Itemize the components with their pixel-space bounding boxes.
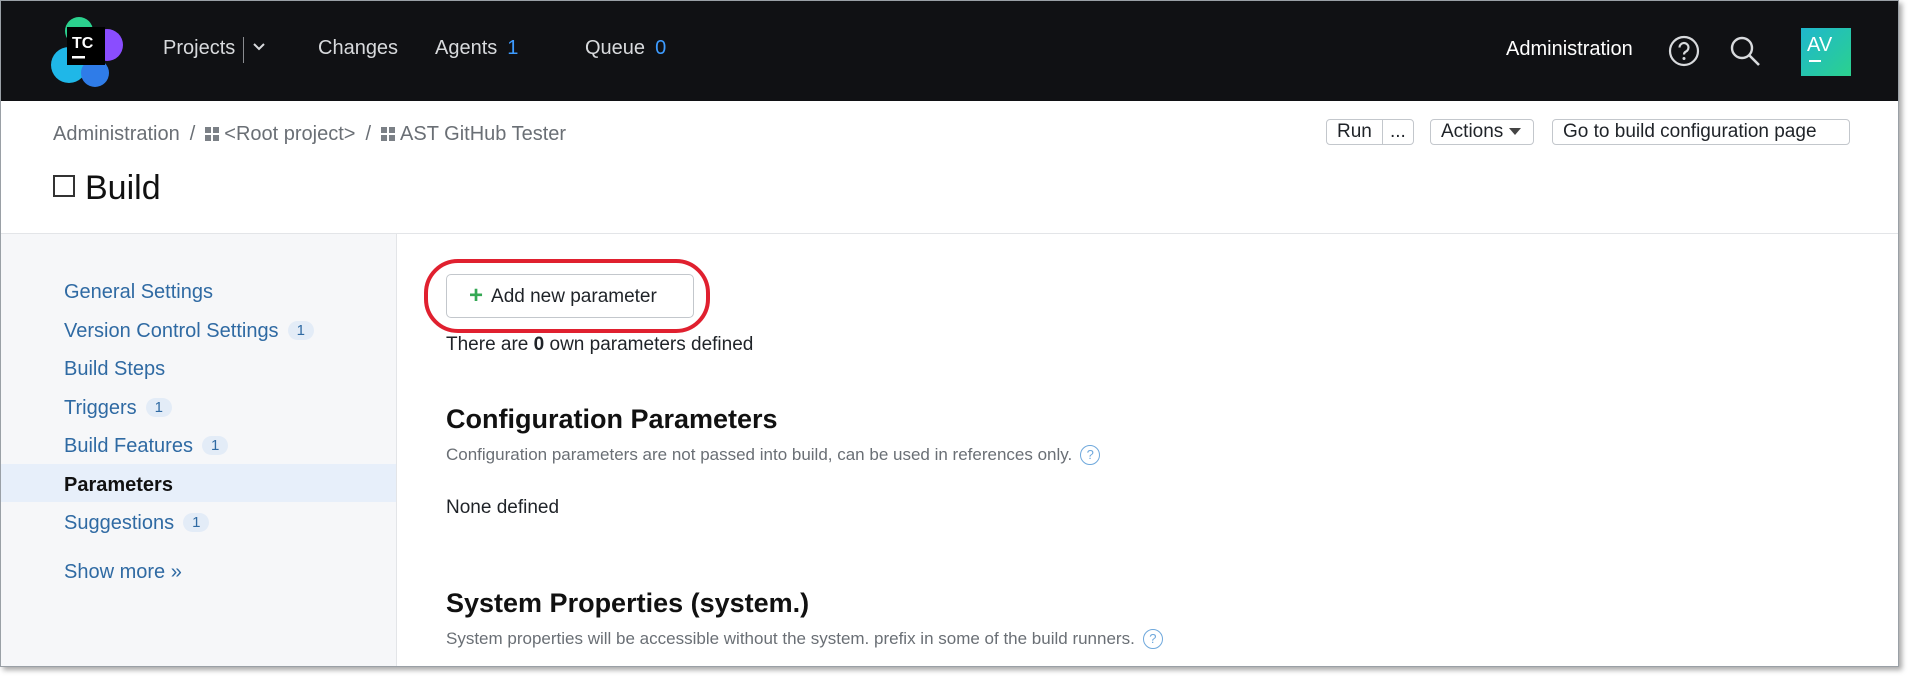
sidebar-item-label: Build Features [64, 435, 193, 457]
project-icon [205, 127, 220, 141]
breadcrumb-administration[interactable]: Administration [53, 123, 180, 145]
project-icon [381, 127, 396, 141]
count-badge: 1 [201, 436, 229, 455]
page-title-text: Build [85, 169, 161, 207]
top-navigation-bar: TC Projects Changes Agents 1 Queue 0 Admin… [1, 1, 1898, 101]
settings-sidebar: General Settings Version Control Setting… [1, 234, 397, 666]
nav-projects[interactable]: Projects [163, 37, 235, 60]
nav-changes-label: Changes [318, 37, 399, 59]
configuration-parameters-subtitle: Configuration parameters are not passed … [446, 445, 1073, 464]
summary-suffix: own parameters defined [544, 334, 754, 355]
breadcrumb-separator: / [189, 123, 196, 145]
sidebar-item-suggestions[interactable]: Suggestions 1 [64, 512, 210, 535]
sidebar-item-label: Version Control Settings [64, 320, 279, 342]
help-icon[interactable]: ? [1080, 445, 1101, 465]
nav-queue-label: Queue [585, 37, 646, 59]
add-new-parameter-button[interactable]: + Add new parameter [446, 274, 694, 318]
sidebar-item-label: General Settings [64, 281, 213, 303]
logo-text: TC [72, 35, 94, 52]
run-split-divider [1382, 120, 1383, 144]
nav-agents[interactable]: Agents 1 [435, 37, 518, 60]
count-badge: 1 [183, 513, 210, 532]
breadcrumb-ast-github-tester[interactable]: AST GitHub Tester [400, 123, 566, 145]
own-parameters-count: 0 [533, 334, 545, 355]
queue-count: 0 [655, 37, 667, 59]
sidebar-item-build-steps[interactable]: Build Steps [64, 358, 165, 381]
run-button-group: Run ... [1326, 119, 1414, 145]
show-more-link[interactable]: Show more » [64, 561, 182, 584]
breadcrumb-separator: / [365, 123, 372, 145]
avatar-underline [1809, 60, 1821, 62]
system-properties-heading: System Properties (system.) [446, 588, 810, 618]
nav-agents-label: Agents [435, 37, 498, 59]
active-item-highlight [1, 464, 396, 502]
app-window: TC Projects Changes Agents 1 Queue 0 Admin… [0, 0, 1899, 667]
count-badge: 1 [145, 398, 172, 417]
sidebar-item-parameters[interactable]: Parameters [64, 474, 173, 497]
sidebar-item-triggers[interactable]: Triggers 1 [64, 397, 172, 420]
projects-divider [243, 37, 244, 63]
teamcity-logo[interactable]: TC [49, 15, 127, 89]
system-properties-subtitle: System properties will be accessible wit… [446, 629, 1135, 648]
sidebar-item-label: Triggers [64, 397, 137, 419]
nav-queue[interactable]: Queue 0 [585, 37, 666, 60]
system-properties-description: System properties will be accessible wit… [446, 629, 1163, 649]
sidebar-item-label: Parameters [64, 474, 173, 496]
configuration-parameters-heading: Configuration Parameters [446, 404, 778, 434]
caret-down-icon [1509, 128, 1522, 135]
summary-prefix: There are [446, 334, 534, 355]
configuration-parameters-description: Configuration parameters are not passed … [446, 445, 1101, 465]
count-badge: 1 [287, 321, 314, 340]
avatar-initials: AV [1807, 34, 1833, 56]
sidebar-item-label: Build Steps [64, 358, 166, 380]
help-icon[interactable]: ? [1142, 629, 1163, 649]
page-title: Build [53, 169, 161, 208]
go-to-build-configuration-button[interactable]: Go to build configuration page [1552, 119, 1850, 145]
own-parameters-summary: There are 0 own parameters defined [446, 334, 753, 356]
user-avatar[interactable]: AV [1801, 28, 1851, 76]
nav-projects-label: Projects [163, 37, 236, 59]
add-new-parameter-label: Add new parameter [491, 286, 657, 307]
plus-icon: + [469, 282, 484, 309]
breadcrumb: Administration / <Root project> / AST GitHub… [53, 123, 566, 146]
chevron-down-icon[interactable] [251, 39, 267, 55]
help-icon[interactable] [1667, 34, 1701, 68]
sidebar-item-version-control-settings[interactable]: Version Control Settings 1 [64, 320, 314, 343]
breadcrumb-root-project[interactable]: <Root project> [224, 123, 355, 145]
sidebar-item-build-features[interactable]: Build Features 1 [64, 435, 229, 458]
build-config-icon [53, 175, 75, 197]
configuration-parameters-empty: None defined [446, 497, 560, 518]
run-button[interactable]: Run [1337, 121, 1372, 142]
actions-label: Actions [1441, 121, 1504, 142]
agents-count: 1 [507, 37, 519, 59]
run-options-button[interactable]: ... [1390, 120, 1406, 144]
nav-changes[interactable]: Changes [318, 37, 398, 60]
sidebar-item-general-settings[interactable]: General Settings [64, 281, 213, 304]
administration-link[interactable]: Administration [1506, 38, 1633, 61]
sidebar-item-label: Suggestions [64, 512, 175, 534]
search-icon[interactable] [1728, 34, 1762, 68]
actions-dropdown[interactable]: Actions [1430, 119, 1534, 145]
